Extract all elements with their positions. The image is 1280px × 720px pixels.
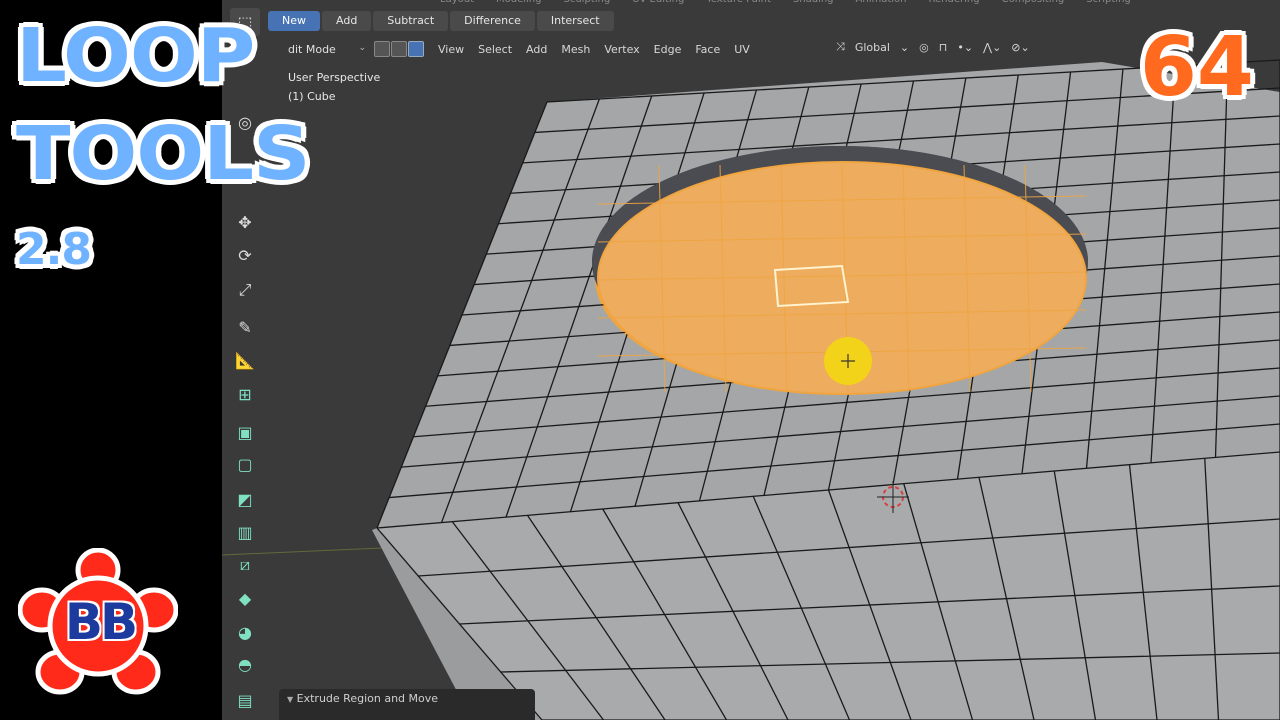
transform-orientation-icon: ⤨ <box>836 40 845 53</box>
spin-icon[interactable]: ◕ <box>230 618 260 646</box>
add-cube-icon[interactable]: ⊞ <box>230 380 260 408</box>
edge-select-icon[interactable] <box>391 41 407 57</box>
viewport-info: User Perspective (1) Cube <box>288 68 380 106</box>
workspace-tab[interactable]: Animation <box>856 0 907 5</box>
workspace-tab[interactable]: Texture Paint <box>706 0 771 5</box>
workspace-tab[interactable]: Rendering <box>929 0 980 5</box>
loop-cut-icon[interactable]: ▥ <box>230 518 260 546</box>
transform-orientation-dropdown[interactable]: Global <box>855 41 890 54</box>
proportional-icon[interactable]: •⌄ <box>957 41 973 54</box>
boolean-tool-bar: New Add Subtract Difference Intersect <box>268 11 614 31</box>
workspace-tab[interactable]: Modeling <box>496 0 542 5</box>
mode-dropdown[interactable]: dit Mode ⌄ <box>282 43 366 56</box>
snap-icon[interactable]: ⊓ <box>939 41 948 54</box>
object-name: (1) Cube <box>288 90 336 103</box>
bool-intersect-button[interactable]: Intersect <box>536 11 614 31</box>
bool-difference-button[interactable]: Difference <box>450 11 535 31</box>
workspace-tab[interactable]: Scripting <box>1086 0 1130 5</box>
episode-number: 64 <box>1139 20 1254 115</box>
workspace-tab[interactable]: Compositing <box>1002 0 1065 5</box>
workspace-tab[interactable]: Sculpting <box>564 0 611 5</box>
workspace-tab[interactable]: UV Editing <box>632 0 684 5</box>
viewport-header: dit Mode ⌄ View Select Add Mesh Vertex E… <box>282 38 1280 60</box>
measure-icon[interactable]: 📐 <box>230 346 260 374</box>
workspace-tabs: Layout Modeling Sculpting UV Editing Texture… <box>440 0 1131 5</box>
knife-icon[interactable]: ⧄ <box>230 551 260 579</box>
vertex-select-icon[interactable] <box>374 41 390 57</box>
operator-label: Extrude Region and Move <box>296 692 439 705</box>
menu-edge[interactable]: Edge <box>654 43 682 56</box>
chevron-down-icon: ⌄ <box>358 42 366 53</box>
chevron-down-icon: ⌄ <box>899 40 910 54</box>
falloff-icon[interactable]: ⋀⌄ <box>983 41 1001 54</box>
header-menus: View Select Add Mesh Vertex Edge Face UV <box>438 43 750 56</box>
inset-icon[interactable]: ▢ <box>230 450 260 478</box>
pivot-icon[interactable]: ◎ <box>919 41 929 54</box>
mesh-drawing <box>222 0 1280 720</box>
menu-select[interactable]: Select <box>478 43 512 56</box>
extrude-icon[interactable]: ▣ <box>230 418 260 446</box>
bevel-icon[interactable]: ◩ <box>230 485 260 513</box>
3d-viewport[interactable] <box>222 0 1280 720</box>
face-select-icon[interactable] <box>408 41 424 57</box>
menu-mesh[interactable]: Mesh <box>561 43 590 56</box>
bool-add-button[interactable]: Add <box>322 11 372 31</box>
last-operator-panel[interactable]: ▼ Extrude Region and Move <box>279 689 535 720</box>
rotate-icon[interactable]: ⟳ <box>230 241 260 269</box>
overlay-icon[interactable]: ⊘⌄ <box>1011 41 1029 54</box>
move-icon[interactable]: ✥ <box>230 208 260 236</box>
overlay-version: 2.8 <box>16 224 92 275</box>
screen: Layout Modeling Sculpting UV Editing Texture… <box>0 0 1280 720</box>
view-name: User Perspective <box>288 71 381 84</box>
bool-new-button[interactable]: New <box>268 11 320 31</box>
menu-uv[interactable]: UV <box>734 43 750 56</box>
bool-subtract-button[interactable]: Subtract <box>373 11 449 31</box>
menu-add[interactable]: Add <box>526 43 547 56</box>
mode-label: dit Mode <box>288 42 336 56</box>
header-right-tools: ⤨ Global ⌄ ◎ ⊓ •⌄ ⋀⌄ ⊘⌄ <box>836 40 1030 54</box>
select-mode-group <box>374 41 424 57</box>
annotate-icon[interactable]: ✎ <box>230 313 260 341</box>
poly-build-icon[interactable]: ◆ <box>230 584 260 612</box>
edge-slide-icon[interactable]: ▤ <box>230 686 260 714</box>
scale-icon[interactable]: ⤢ <box>230 276 260 304</box>
menu-vertex[interactable]: Vertex <box>604 43 639 56</box>
smooth-icon[interactable]: ◓ <box>230 650 260 678</box>
overlay-title-line1: LOOP <box>16 13 255 99</box>
menu-view[interactable]: View <box>438 43 464 56</box>
workspace-tab[interactable]: Layout <box>440 0 474 5</box>
overlay-title-line2: TOOLS <box>16 111 311 197</box>
collapse-arrow-icon: ▼ <box>287 695 294 704</box>
workspace-tab[interactable]: Shading <box>793 0 834 5</box>
logo-text: BB <box>64 593 138 651</box>
menu-face[interactable]: Face <box>695 43 720 56</box>
